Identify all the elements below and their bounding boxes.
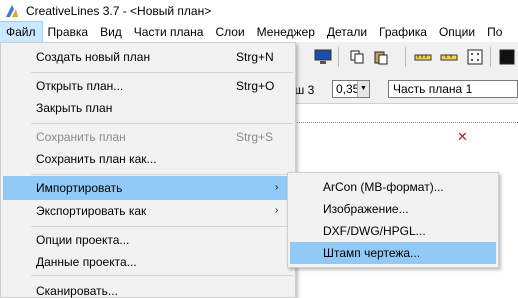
menu-item-label: ArCon (MB-формат)...: [323, 180, 444, 194]
menu-separator: [31, 123, 293, 124]
plan-part-value: Часть плана 1: [393, 82, 473, 96]
menu-file[interactable]: Файл: [0, 21, 43, 43]
toolbar-separator: [405, 47, 406, 67]
plan-part-select[interactable]: Часть плана 1: [388, 80, 518, 98]
dimension-icon[interactable]: [438, 46, 460, 68]
menu-separator: [31, 174, 293, 175]
chevron-down-icon[interactable]: ▼: [357, 81, 369, 97]
menu-item-label: Импортировать: [36, 181, 123, 195]
menu-item-scan[interactable]: Сканировать...: [3, 279, 293, 298]
menu-item-label: Изображение...: [323, 202, 409, 216]
toolbar-separator: [490, 47, 491, 67]
submenu-item-arcon[interactable]: ArCon (MB-формат)...: [290, 176, 496, 198]
menu-item-new-plan[interactable]: Создать новый план Strg+N: [3, 45, 293, 69]
toolbar-separator: [338, 47, 339, 67]
app-logo-icon: [6, 5, 18, 17]
menu-layers[interactable]: Слои: [209, 22, 250, 42]
menu-item-close-plan[interactable]: Закрыть план: [3, 96, 293, 120]
menu-item-save-plan-as[interactable]: Сохранить план как...: [3, 147, 293, 171]
menu-separator: [31, 226, 293, 227]
menu-separator: [31, 275, 293, 276]
menu-item-export-as[interactable]: Экспортировать как ›: [3, 199, 293, 223]
ruler-icon[interactable]: [412, 46, 434, 68]
chevron-right-icon: ›: [275, 182, 279, 193]
menu-manager[interactable]: Менеджер: [251, 22, 321, 42]
menu-plan-parts[interactable]: Части плана: [128, 22, 210, 42]
window-title: CreativeLines 3.7 - <Новый план>: [26, 4, 212, 18]
menu-item-label: Закрыть план: [36, 101, 113, 115]
menu-item-label: DXF/DWG/HPGL...: [323, 224, 426, 238]
chevron-right-icon: ›: [275, 205, 279, 216]
menu-item-project-options[interactable]: Опции проекта...: [3, 228, 293, 252]
menu-options[interactable]: Опции: [433, 22, 481, 42]
menu-item-open-plan[interactable]: Открыть план... Strg+O: [3, 74, 293, 98]
grid-icon[interactable]: [464, 46, 486, 68]
menu-item-label: Опции проекта...: [36, 233, 130, 247]
menu-details[interactable]: Детали: [321, 22, 373, 42]
menu-view[interactable]: Вид: [94, 22, 128, 42]
shortcut-label: Strg+O: [236, 79, 275, 93]
menu-edit[interactable]: Правка: [42, 22, 95, 42]
line-width-select[interactable]: 0,35 г ▼: [332, 80, 370, 98]
menu-item-import[interactable]: Импортировать ›: [3, 176, 293, 200]
origin-marker-icon: ✕: [457, 129, 468, 144]
submenu-item-image[interactable]: Изображение...: [290, 198, 496, 220]
menu-bar: Файл Правка Вид Части плана Слои Менедже…: [0, 21, 518, 43]
menu-item-label: Сохранить план: [36, 130, 126, 144]
submenu-item-title-block[interactable]: Штамп чертежа...: [290, 242, 496, 264]
dotted-guide-line: [290, 117, 518, 123]
menu-item-label: Открыть план...: [36, 79, 124, 93]
file-menu: Создать новый план Strg+N Открыть план..…: [0, 42, 296, 298]
menu-more[interactable]: По: [481, 22, 508, 42]
menu-item-label: Сохранить план как...: [36, 152, 157, 166]
menu-item-label: Данные проекта...: [36, 255, 137, 269]
shortcut-label: Strg+N: [236, 50, 274, 64]
menu-graphics[interactable]: Графика: [373, 22, 433, 42]
fill-icon[interactable]: [496, 46, 518, 68]
menu-item-label: Экспортировать как: [36, 204, 147, 218]
submenu-item-dxf[interactable]: DXF/DWG/HPGL...: [290, 220, 496, 242]
menu-separator: [31, 72, 293, 73]
paste-icon[interactable]: [370, 46, 392, 68]
shortcut-label: Strg+S: [236, 130, 274, 144]
import-submenu: ArCon (MB-формат)... Изображение... DXF/…: [287, 172, 499, 268]
menu-item-label: Штамп чертежа...: [323, 246, 421, 260]
copy-icon[interactable]: [346, 46, 368, 68]
menu-item-label: Создать новый план: [36, 50, 151, 64]
menu-item-project-data[interactable]: Данные проекта...: [3, 250, 293, 274]
menu-item-save-plan: Сохранить план Strg+S: [3, 125, 293, 149]
title-bar: CreativeLines 3.7 - <Новый план>: [0, 0, 518, 22]
menu-item-label: Сканировать...: [36, 284, 118, 298]
monitor-icon[interactable]: [312, 46, 334, 68]
